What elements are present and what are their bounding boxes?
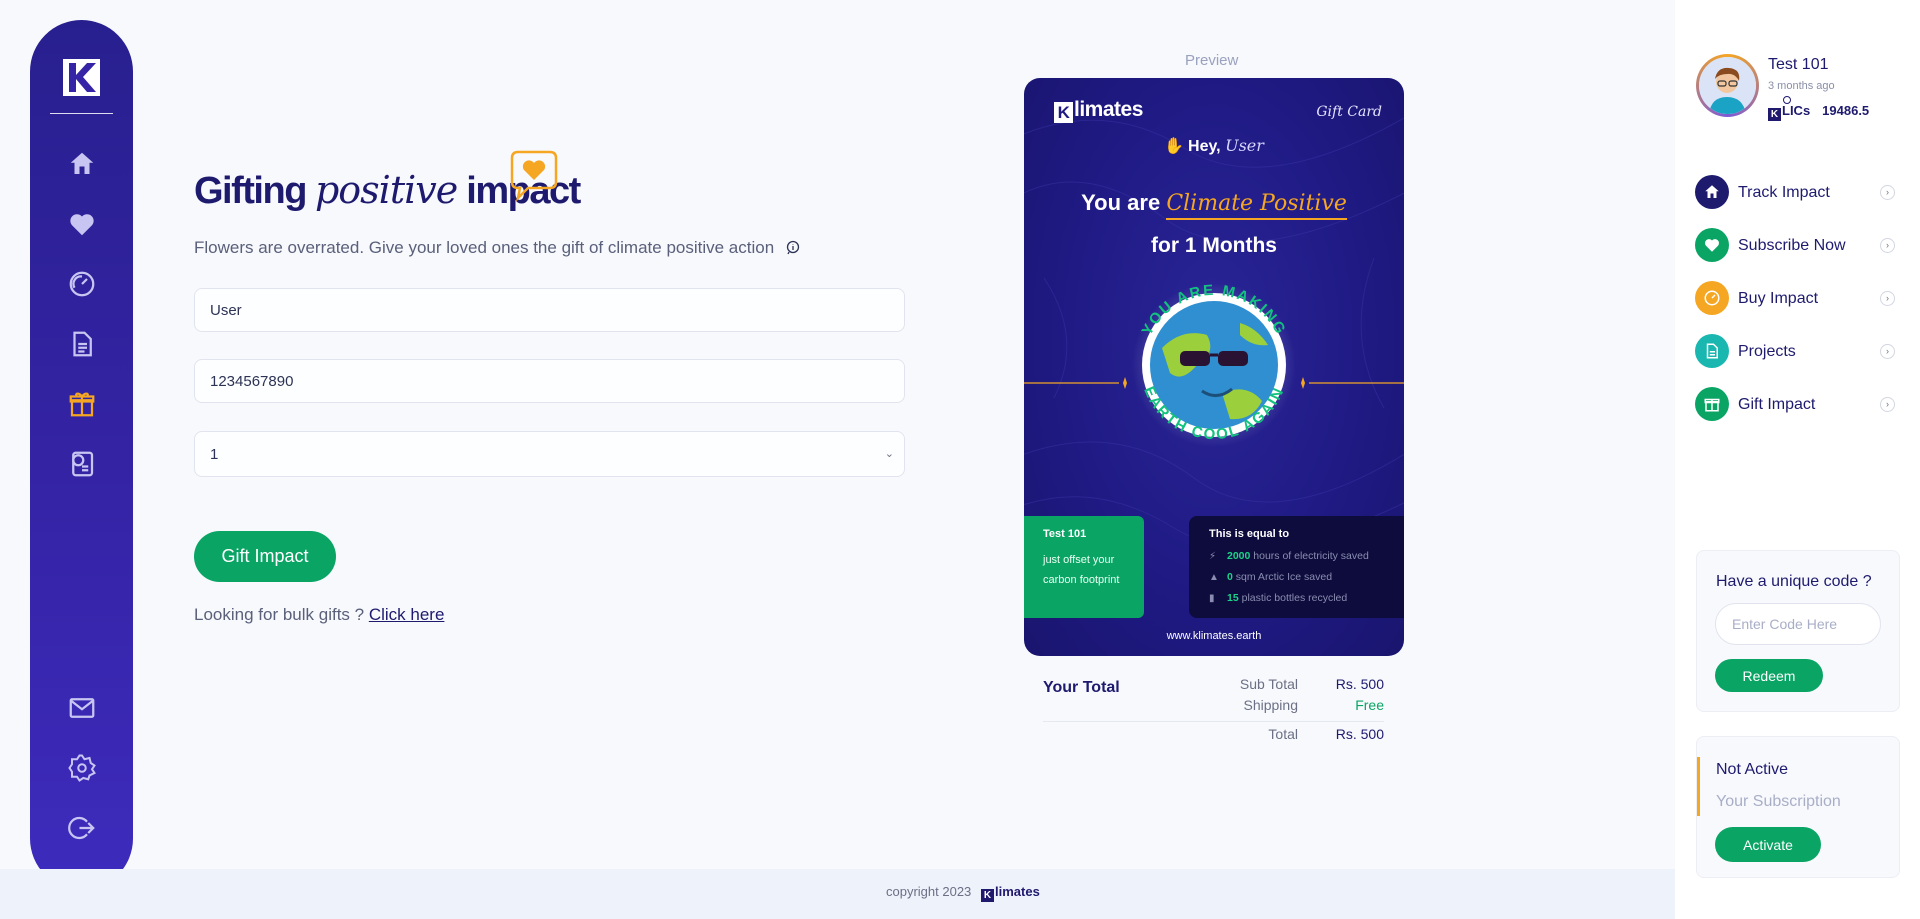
preview-label: Preview: [1185, 52, 1239, 69]
status-accent: [1697, 757, 1700, 816]
subtotal-value: Rs. 500: [1335, 676, 1384, 692]
chevron-down-icon: ⌄: [884, 448, 894, 460]
speedometer-icon: [1695, 281, 1729, 315]
redeem-code-title: Have a unique code ?: [1716, 573, 1872, 590]
offset-box: Test 101 just offset your carbon footpri…: [1024, 516, 1144, 618]
sidebar-divider: [50, 113, 113, 114]
card-brand: Klimates: [1054, 98, 1143, 123]
info-icon[interactable]: [785, 239, 801, 255]
nav-gift-impact[interactable]: Gift Impact ›: [1695, 385, 1900, 423]
logout-icon[interactable]: [67, 813, 97, 843]
nav-subscribe-now[interactable]: Subscribe Now ›: [1695, 226, 1900, 264]
gift-impact-button[interactable]: Gift Impact: [194, 531, 336, 582]
recipient-name-input[interactable]: [194, 288, 905, 332]
totals-divider: [1043, 721, 1384, 722]
right-panel: Test 101 3 months ago K LICs 19486.5 Track…: [1675, 0, 1920, 919]
chat-heart-icon: [510, 150, 558, 202]
avatar[interactable]: [1696, 54, 1759, 117]
nav-buy-impact[interactable]: Buy Impact ›: [1695, 279, 1900, 317]
footer-copyright: copyright 2023: [886, 884, 972, 899]
footer-logo: Klimates: [981, 884, 1040, 902]
chevron-right-icon: ›: [1880, 397, 1895, 412]
gift-icon: [1695, 387, 1729, 421]
subscription-box: Not Active Your Subscription Activate: [1696, 736, 1900, 878]
user-time: 3 months ago: [1768, 80, 1835, 92]
settings-icon[interactable]: [67, 753, 97, 783]
equivalent-row: ⚡ 2000 hours of electricity saved: [1209, 546, 1384, 567]
shipping-label: Shipping: [1243, 697, 1299, 713]
equivalent-box: This is equal to ⚡ 2000 hours of electric…: [1189, 516, 1404, 618]
code-input[interactable]: [1715, 603, 1881, 645]
home-icon: [1695, 175, 1729, 209]
home-icon[interactable]: [67, 149, 97, 179]
redeem-code-box: Have a unique code ? Redeem: [1696, 550, 1900, 712]
total-label: Total: [1268, 726, 1298, 742]
bottle-icon: ▮: [1209, 593, 1215, 604]
footer: copyright 2023 Klimates: [0, 869, 1675, 919]
page-subtitle: Flowers are overrated. Give your loved o…: [194, 238, 801, 258]
equivalent-row: ▮ 15 plastic bottles recycled: [1209, 588, 1384, 609]
card-tag: Gift Card: [1316, 104, 1382, 120]
months-select[interactable]: 1 ⌄: [194, 431, 905, 477]
card-headline: You are Climate Positive: [1024, 190, 1404, 220]
chevron-right-icon: ›: [1880, 238, 1895, 253]
subscription-status: Not Active: [1716, 761, 1789, 778]
card-greeting: ✋ Hey, User: [1164, 136, 1264, 155]
heart-icon: [1695, 228, 1729, 262]
card-duration: for 1 Months: [1151, 234, 1277, 257]
document-icon: [1695, 334, 1729, 368]
chevron-right-icon: ›: [1880, 291, 1895, 306]
chevron-right-icon: ›: [1880, 185, 1895, 200]
card-url: www.klimates.earth: [1166, 630, 1262, 642]
klics-balance: K LICs 19486.5: [1768, 103, 1869, 121]
nav-projects[interactable]: Projects ›: [1695, 332, 1900, 370]
nav-track-impact[interactable]: Track Impact ›: [1695, 173, 1900, 211]
recipient-phone-input[interactable]: [194, 359, 905, 403]
shipping-value: Free: [1355, 697, 1384, 713]
earth-badge: YOU ARE MAKING EARTH COOL AGAIN: [1132, 282, 1296, 447]
plug-icon: ⚡: [1209, 551, 1217, 562]
chevron-right-icon: ›: [1880, 344, 1895, 359]
subtotal-label: Sub Total: [1239, 676, 1298, 692]
currency-document-icon[interactable]: [67, 449, 97, 479]
bulk-gifts-link[interactable]: Click here: [369, 605, 445, 624]
months-select-value: 1: [210, 446, 219, 463]
document-icon[interactable]: [67, 329, 97, 359]
equivalent-row: ▲ 0 sqm Arctic Ice saved: [1209, 567, 1384, 588]
your-total-label: Your Total: [1043, 679, 1120, 696]
sidebar: [30, 20, 133, 890]
iceberg-icon: ▲: [1209, 572, 1219, 583]
subscription-label: Your Subscription: [1716, 793, 1841, 810]
klimates-logo[interactable]: [63, 59, 100, 96]
redeem-button[interactable]: Redeem: [1715, 659, 1823, 692]
wave-icon: ✋: [1164, 138, 1185, 155]
user-name: Test 101: [1768, 56, 1829, 73]
bulk-gifts-text: Looking for bulk gifts ? Click here: [194, 605, 445, 624]
mail-icon[interactable]: [67, 693, 97, 723]
gift-card-preview: Klimates Gift Card ✋ Hey, User You are Cl…: [1024, 78, 1404, 656]
heart-icon[interactable]: [67, 209, 97, 239]
activate-button[interactable]: Activate: [1715, 827, 1821, 862]
total-value: Rs. 500: [1335, 726, 1384, 742]
speedometer-icon[interactable]: [67, 269, 97, 299]
gift-icon[interactable]: [67, 389, 97, 419]
